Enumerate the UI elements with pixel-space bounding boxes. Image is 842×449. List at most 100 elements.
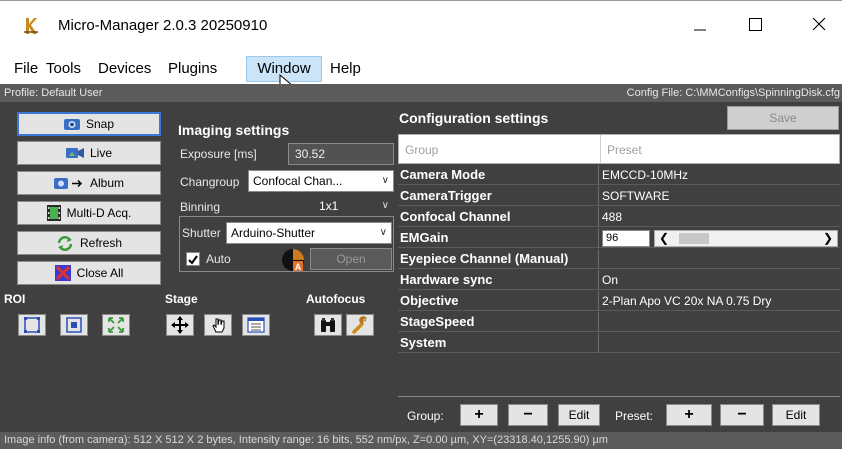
minimize-button[interactable]: [676, 8, 722, 42]
snap-label: Snap: [85, 117, 115, 131]
changroup-value: Confocal Chan...: [253, 174, 343, 188]
group-cell: Camera Mode: [398, 165, 599, 185]
binning-select[interactable]: 1x1 ∨: [248, 195, 394, 217]
changroup-select[interactable]: Confocal Chan... ∨: [248, 170, 394, 192]
album-button[interactable]: Album: [17, 171, 161, 195]
menu-tools[interactable]: Tools: [42, 56, 85, 82]
group-cell: Objective: [398, 291, 599, 311]
clear-roi-button[interactable]: [102, 314, 130, 336]
menu-devices[interactable]: Devices: [94, 56, 155, 82]
maximize-button[interactable]: [732, 8, 778, 42]
shutter-label: Shutter: [182, 226, 221, 240]
add-preset-button[interactable]: +: [666, 404, 712, 426]
table-row[interactable]: Hardware sync On: [398, 270, 840, 290]
wrench-icon: [352, 316, 367, 334]
group-controls-label: Group:: [407, 409, 444, 423]
group-cell: EMGain: [398, 228, 599, 248]
list-window-icon: [247, 317, 265, 333]
move-arrows-icon: [171, 316, 189, 334]
autofocus-settings-button[interactable]: [346, 314, 374, 336]
camera-to-album-icon: [53, 178, 83, 189]
save-config-button[interactable]: Save: [727, 106, 839, 130]
shutter-value: Arduino-Shutter: [231, 226, 316, 240]
roi-label: ROI: [4, 292, 26, 306]
close-window-button[interactable]: [796, 8, 842, 42]
video-camera-icon: [65, 148, 84, 158]
window-title: Micro-Manager 2.0.3 20250910: [58, 17, 268, 34]
snap-button[interactable]: Snap: [17, 112, 161, 136]
close-all-button[interactable]: Close All: [17, 261, 161, 285]
preset-cell[interactable]: On: [600, 270, 840, 290]
center-roi-button[interactable]: [60, 314, 88, 336]
preset-cell[interactable]: 2-Plan Apo VC 20x NA 0.75 Dry: [600, 291, 840, 311]
slider-thumb[interactable]: [679, 233, 709, 244]
close-all-icon: [54, 265, 71, 281]
emgain-input[interactable]: 96: [602, 230, 650, 247]
autofocus-now-button[interactable]: [314, 314, 342, 336]
chevron-down-icon: ∨: [381, 175, 389, 186]
micro-manager-icon: [20, 14, 42, 36]
hand-pointer-icon: [212, 318, 225, 333]
table-row[interactable]: Confocal Channel 488: [398, 207, 840, 227]
group-cell: Confocal Channel: [398, 207, 599, 227]
group-cell: StageSpeed: [398, 312, 599, 332]
remove-preset-button[interactable]: −: [720, 404, 764, 426]
profile-label: Profile: Default User: [4, 87, 103, 99]
auto-shutter-checkbox[interactable]: [186, 252, 200, 266]
exposure-input[interactable]: 30.52: [288, 143, 394, 165]
profile-bar: Profile: Default User Config File: C:\MM…: [0, 84, 842, 102]
table-row[interactable]: CameraTrigger SOFTWARE: [398, 186, 840, 206]
table-row[interactable]: StageSpeed: [398, 312, 840, 332]
window-top-border: [0, 0, 842, 1]
menu-plugins[interactable]: Plugins: [164, 56, 221, 82]
table-row[interactable]: EMGain 96 ❮ ❯: [398, 228, 840, 248]
remove-group-button[interactable]: −: [508, 404, 548, 426]
imaging-settings-title: Imaging settings: [178, 122, 290, 138]
binning-value: 1x1: [319, 199, 339, 213]
open-shutter-button[interactable]: Open: [310, 248, 392, 270]
menu-help[interactable]: Help: [326, 56, 365, 82]
edit-preset-button[interactable]: Edit: [772, 404, 820, 426]
live-button[interactable]: Live: [17, 141, 161, 165]
close-all-label: Close All: [76, 266, 124, 280]
table-bottom-divider: [398, 396, 840, 397]
binoculars-icon: [321, 318, 335, 332]
multi-d-acq-label: Multi-D Acq.: [66, 206, 132, 220]
add-group-button[interactable]: +: [460, 404, 498, 426]
film-strip-icon: [46, 205, 61, 221]
table-row[interactable]: Camera Mode EMCCD-10MHz: [398, 165, 840, 185]
preset-cell[interactable]: [600, 249, 840, 269]
table-row[interactable]: System: [398, 333, 840, 353]
configuration-table: Group Preset Camera Mode EMCCD-10MHz Cam…: [398, 134, 840, 376]
mouse-move-stage-button[interactable]: [204, 314, 232, 336]
stage-control-button[interactable]: [166, 314, 194, 336]
preset-cell[interactable]: SOFTWARE: [600, 186, 840, 206]
configuration-settings-title: Configuration settings: [399, 110, 549, 126]
multi-d-acq-button[interactable]: Multi-D Acq.: [17, 201, 161, 225]
preset-cell[interactable]: EMCCD-10MHz: [600, 165, 840, 185]
group-cell: Hardware sync: [398, 270, 599, 290]
autofocus-label: Autofocus: [306, 292, 366, 306]
preset-cell[interactable]: [600, 312, 840, 332]
slider-right-arrow-icon[interactable]: ❯: [823, 231, 833, 246]
live-label: Live: [89, 146, 112, 160]
preset-cell[interactable]: [600, 333, 840, 353]
roi-center-icon: [66, 317, 82, 333]
minimize-icon: [694, 29, 706, 31]
svg-text:A: A: [295, 262, 302, 272]
refresh-button[interactable]: Refresh: [17, 231, 161, 255]
table-row[interactable]: Eyepiece Channel (Manual): [398, 249, 840, 269]
menu-file[interactable]: File: [10, 56, 42, 82]
set-roi-button[interactable]: [18, 314, 46, 336]
stage-position-list-button[interactable]: [242, 314, 270, 336]
group-cell: Eyepiece Channel (Manual): [398, 249, 599, 269]
edit-group-button[interactable]: Edit: [558, 404, 600, 426]
emgain-slider[interactable]: ❮ ❯: [654, 230, 838, 247]
preset-cell[interactable]: 488: [600, 207, 840, 227]
slider-left-arrow-icon[interactable]: ❮: [659, 231, 669, 246]
table-row[interactable]: Objective 2-Plan Apo VC 20x NA 0.75 Dry: [398, 291, 840, 311]
column-header-group: Group: [405, 143, 439, 157]
shutter-select[interactable]: Arduino-Shutter ∨: [226, 222, 392, 244]
camera-icon: [63, 119, 80, 130]
close-icon: [812, 17, 826, 31]
